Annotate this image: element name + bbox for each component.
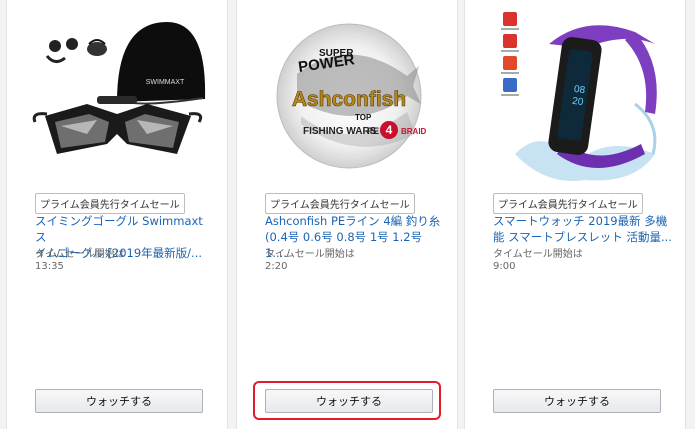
fishing-line-spool-icon: SUPER POWER Ashconfish TOP FISHING WARS …: [276, 23, 427, 169]
prime-sale-badge: プライム会員先行タイムセール: [493, 193, 643, 214]
product-card-smartwatch: 08 20 プライム会員先行タイムセール スマートウォッチ 2019最新 多機 …: [464, 0, 686, 429]
product-card-fishing-line: SUPER POWER Ashconfish TOP FISHING WARS …: [236, 0, 458, 429]
sale-start-time: 13:35: [35, 261, 64, 272]
prime-sale-badge: プライム会員先行タイムセール: [265, 193, 415, 214]
product-image-smartwatch[interactable]: 08 20: [485, 4, 665, 188]
product-title-line-1: スマートウォッチ 2019最新 多機: [493, 214, 668, 228]
product-title-line-1: スイミングゴーグル Swimmaxt ス: [35, 214, 203, 244]
prime-sale-badge: プライム会員先行タイムセール: [35, 193, 185, 214]
product-image-fishing-line[interactable]: SUPER POWER Ashconfish TOP FISHING WARS …: [257, 4, 437, 188]
product-card-goggles: SWIMMAXT プライム会員先行タイムセール スイミングゴーグル Swimma…: [6, 0, 228, 429]
watch-button[interactable]: ウォッチする: [265, 389, 433, 413]
sale-start-info: タイムセール開始は 9:00: [493, 249, 583, 273]
product-title-line-1: Ashconfish PEライン 4編 釣り糸: [265, 214, 441, 228]
spool-brand-text: Ashconfish: [292, 88, 406, 111]
earplug-icon: [45, 38, 107, 63]
sale-start-time: 2:20: [265, 261, 288, 272]
sale-start-info: タイムセール開始は 13:35: [35, 249, 125, 273]
sale-start-label: タイムセール開始は: [265, 249, 355, 260]
product-title-line-2: 能 スマートブレスレット 活動量...: [493, 230, 672, 244]
cap-brand-text: SWIMMAXT: [146, 79, 185, 86]
spool-top-text: TOP: [355, 113, 372, 122]
feature-icons-column: [501, 12, 519, 96]
smartwatch-band-icon: 08 20: [548, 25, 657, 168]
goggles-icon: [32, 96, 203, 154]
sale-start-info: タイムセール開始は 2:20: [265, 249, 355, 273]
sale-start-label: タイムセール開始は: [493, 249, 583, 260]
svg-text:08: 08: [573, 84, 586, 97]
watch-button[interactable]: ウォッチする: [35, 389, 203, 413]
spool-number-text: 4: [386, 123, 393, 137]
watch-button[interactable]: ウォッチする: [493, 389, 661, 413]
spool-pe-text: PE: [367, 126, 379, 136]
product-image-goggles[interactable]: SWIMMAXT: [27, 4, 207, 188]
swim-cap-icon: SWIMMAXT: [117, 22, 206, 105]
sale-start-label: タイムセール開始は: [35, 249, 125, 260]
svg-text:20: 20: [571, 96, 584, 109]
spool-wars-text: FISHING WARS: [303, 126, 377, 137]
spool-braid-text: BRAID: [401, 127, 427, 136]
product-title-link[interactable]: スマートウォッチ 2019最新 多機 能 スマートブレスレット 活動量...: [493, 213, 673, 245]
sale-start-time: 9:00: [493, 261, 516, 272]
